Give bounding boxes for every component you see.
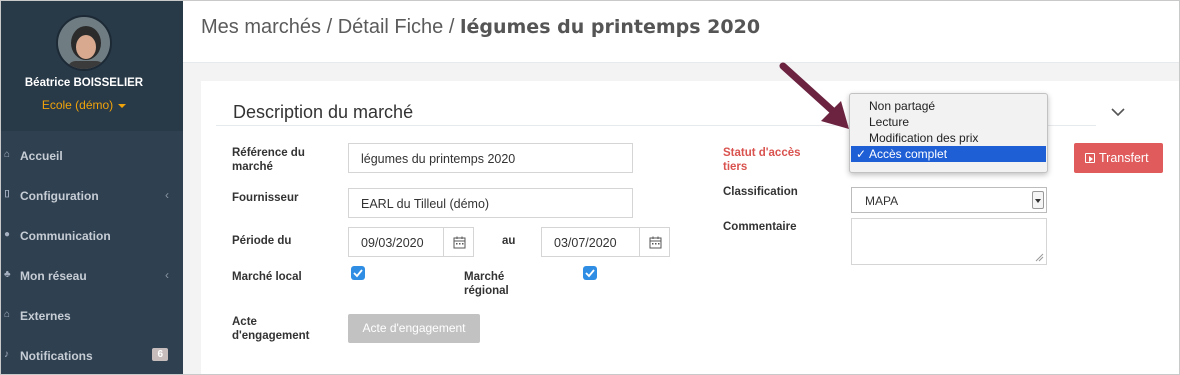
sidebar-item-label: Communication	[20, 229, 111, 243]
chevron-left-icon: ‹	[165, 268, 169, 282]
option-modification-prix[interactable]: Modification des prix	[850, 130, 1047, 146]
sidebar-item-label: Externes	[20, 309, 71, 323]
reference-input[interactable]: légumes du printemps 2020	[348, 143, 633, 173]
page-title: légumes du printemps 2020	[459, 16, 761, 38]
option-acces-complet[interactable]: ✓ Accès complet	[851, 146, 1046, 162]
marche-local-checkbox[interactable]	[351, 266, 365, 280]
breadcrumb-detail-fiche[interactable]: Détail Fiche	[338, 16, 444, 38]
page-header: Mes marchés / Détail Fiche / légumes du …	[183, 1, 1179, 63]
select-arrow-icon	[1032, 191, 1044, 209]
profile-block: Béatrice BOISSELIER Ecole (démo)	[1, 1, 183, 131]
fournisseur-label: Fournisseur	[232, 192, 299, 204]
sidebar-item-label: Notifications	[20, 349, 93, 363]
breadcrumb: Mes marchés / Détail Fiche / légumes du …	[201, 16, 760, 39]
date-to-input[interactable]: 03/07/2020	[541, 227, 640, 257]
avatar[interactable]	[56, 15, 112, 71]
breadcrumb-mes-marches[interactable]: Mes marchés	[201, 16, 321, 38]
marche-regional-checkbox[interactable]	[583, 266, 597, 280]
commentaire-label: Commentaire	[723, 221, 797, 233]
marche-regional-label: Marché régional	[464, 271, 509, 297]
sidebar-item-configuration[interactable]: ⌷ Configuration ‹	[1, 176, 183, 216]
notification-count-badge: 6	[152, 348, 168, 361]
reference-label: Référence du marché	[232, 147, 305, 173]
play-square-icon	[1085, 153, 1095, 163]
classification-label: Classification	[723, 186, 798, 198]
periode-label: Période du	[232, 235, 292, 247]
classification-select[interactable]: MAPA	[851, 187, 1047, 213]
calendar-to-button[interactable]	[640, 227, 670, 257]
transfert-button-label: Transfert	[1099, 151, 1149, 165]
calendar-icon	[649, 236, 662, 249]
au-label: au	[502, 235, 516, 247]
sidebar-item-label: Mon réseau	[20, 269, 87, 283]
option-non-partage[interactable]: Non partagé	[850, 98, 1047, 114]
fournisseur-input[interactable]: EARL du Tilleul (démo)	[348, 188, 633, 218]
chevron-left-icon: ‹	[165, 188, 169, 202]
panel-title: Description du marché	[233, 102, 414, 122]
checkmark-icon: ✓	[856, 147, 867, 161]
checkmark-icon	[353, 269, 363, 278]
sidebar-item-label: Accueil	[20, 149, 63, 163]
statut-dropdown-menu[interactable]: Non partagé Lecture Modification des pri…	[849, 93, 1048, 173]
checkmark-icon	[585, 269, 595, 278]
marche-local-label: Marché local	[232, 271, 302, 283]
bell-icon: ♪	[4, 349, 9, 360]
sidebar: Béatrice BOISSELIER Ecole (démo) ⌂ Accue…	[1, 1, 183, 374]
sidebar-item-communication[interactable]: ● Communication	[1, 216, 183, 256]
annotation-arrow-icon	[779, 62, 849, 129]
breadcrumb-separator: /	[321, 16, 338, 38]
breadcrumb-separator: /	[443, 16, 460, 38]
user-role-label: Ecole (démo)	[41, 98, 114, 112]
sidebar-item-accueil[interactable]: ⌂ Accueil	[1, 136, 183, 176]
acte-engagement-button[interactable]: Acte d'engagement	[348, 314, 480, 343]
bank-icon: ⌷	[4, 189, 10, 200]
sidebar-item-externes[interactable]: ⌂ Externes	[1, 296, 183, 336]
transfert-button[interactable]: Transfert	[1074, 143, 1163, 173]
acte-label: Acte d'engagement	[232, 316, 310, 342]
option-lecture[interactable]: Lecture	[850, 114, 1047, 130]
user-role-dropdown[interactable]: Ecole (démo)	[1, 98, 167, 112]
sidebar-item-notifications[interactable]: ♪ Notifications 6	[1, 336, 183, 374]
caret-down-icon	[118, 103, 127, 108]
sidebar-item-label: Configuration	[20, 189, 99, 203]
home-icon: ⌂	[4, 149, 11, 160]
calendar-icon	[453, 236, 466, 249]
commentaire-textarea[interactable]	[851, 218, 1047, 265]
user-name: Béatrice BOISSELIER	[24, 77, 144, 89]
app-window: Béatrice BOISSELIER Ecole (démo) ⌂ Accue…	[0, 0, 1180, 375]
network-icon: ♣	[4, 269, 11, 280]
home-icon: ⌂	[4, 309, 11, 320]
classification-value: MAPA	[865, 194, 899, 208]
chat-icon: ●	[4, 229, 11, 240]
chevron-down-icon[interactable]	[1111, 105, 1125, 119]
date-from-input[interactable]: 09/03/2020	[348, 227, 444, 257]
sidebar-item-mon-reseau[interactable]: ♣ Mon réseau ‹	[1, 256, 183, 296]
statut-label: Statut d'accès tiers	[723, 147, 801, 173]
option-label: Accès complet	[869, 147, 948, 161]
calendar-from-button[interactable]	[444, 227, 474, 257]
resize-handle-icon[interactable]	[1034, 252, 1044, 262]
